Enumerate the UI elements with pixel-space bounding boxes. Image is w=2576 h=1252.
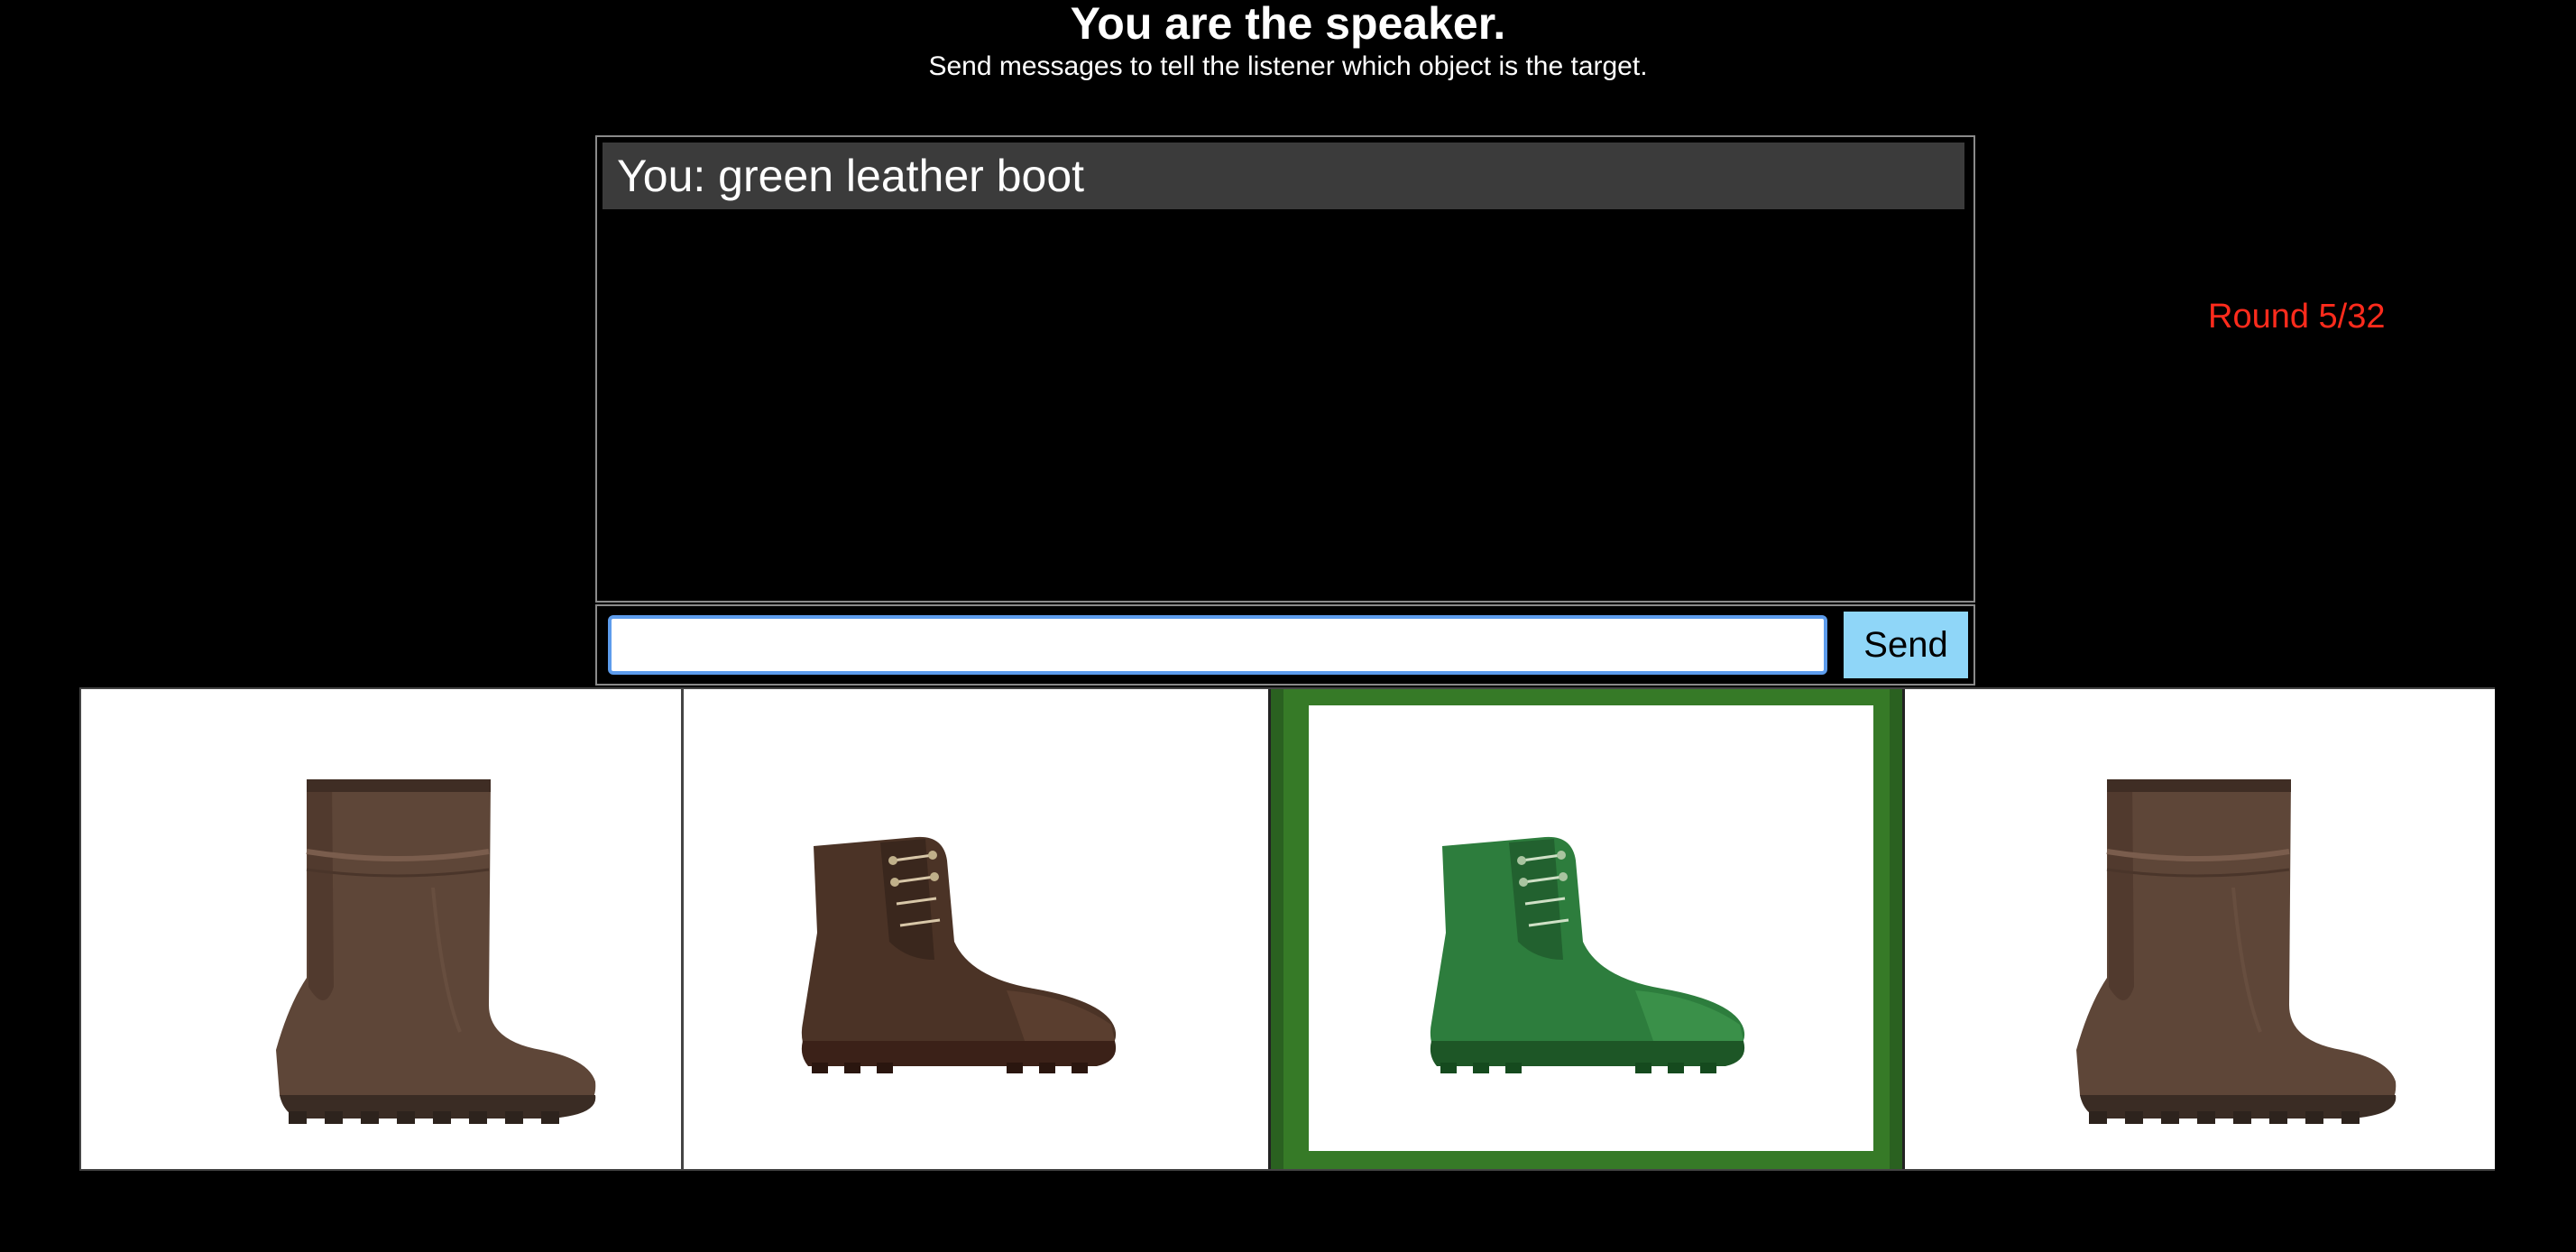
object-card-1[interactable]	[81, 689, 684, 1169]
send-button[interactable]: Send	[1844, 612, 1968, 678]
object-card-3-target[interactable]	[1268, 689, 1905, 1169]
page-subtitle: Send messages to tell the listener which…	[928, 51, 1648, 81]
object-gallery	[79, 687, 2495, 1171]
speaker-page: You are the speaker. Send messages to te…	[0, 0, 2576, 1252]
message-input[interactable]	[608, 615, 1827, 675]
object-card-4[interactable]	[1912, 689, 2495, 1169]
rubber-boot-image	[276, 779, 596, 1124]
message-composer: Send	[595, 604, 1975, 686]
target-frame-left	[1271, 689, 1283, 1169]
chat-log: You: green leather boot	[595, 135, 1975, 603]
leather-boot-image	[801, 836, 1117, 1073]
rubber-boot-image	[2076, 779, 2397, 1124]
object-card-2[interactable]	[684, 689, 1348, 1169]
page-title: You are the speaker.	[1070, 0, 1506, 49]
round-counter: Round 5/32	[2208, 298, 2386, 336]
chat-message: You: green leather boot	[603, 143, 1964, 209]
green-boot-image	[1430, 836, 1745, 1073]
target-frame-right	[1890, 689, 1902, 1169]
target-image-frame	[1309, 705, 1873, 1151]
